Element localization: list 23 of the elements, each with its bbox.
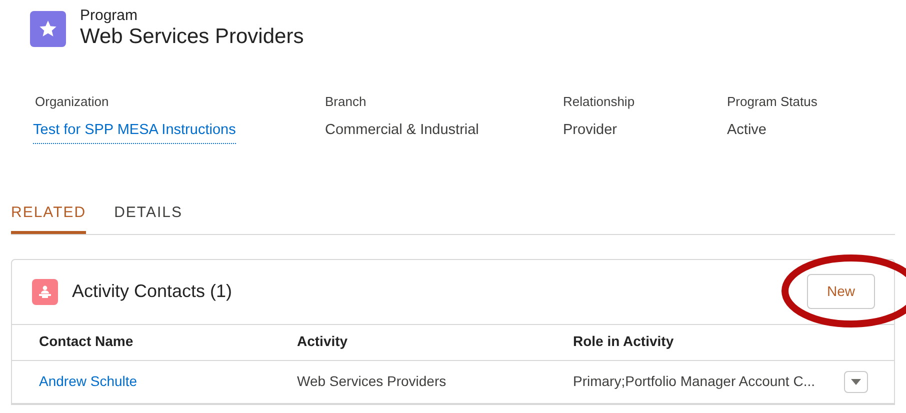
field-value: Provider	[563, 120, 618, 140]
column-header: Role in Activity	[573, 333, 674, 350]
card-title: Activity Contacts (1)	[72, 280, 232, 304]
table-cell-text: Primary;Portfolio Manager Account C...	[573, 372, 815, 392]
field-value: Commercial & Industrial	[325, 120, 480, 140]
record-type-label: Program	[80, 8, 139, 24]
field-value: Active	[727, 120, 768, 140]
tab[interactable]: DETAILS	[114, 202, 182, 234]
new-button[interactable]: New	[807, 274, 875, 310]
row-menu-button[interactable]	[844, 370, 868, 393]
caret-icon	[851, 378, 861, 385]
field-label: Program Status	[727, 93, 818, 111]
record-title: Web Services Providers	[80, 24, 304, 50]
field-label: Relationship	[563, 93, 636, 111]
field-label: Branch	[325, 93, 368, 111]
field-label: Organization	[35, 93, 110, 111]
contact-link[interactable]: Andrew Schulte	[39, 372, 138, 389]
field-link[interactable]: Test for SPP MESA Instructions	[33, 120, 236, 144]
contact-icon	[32, 278, 58, 305]
column-header: Contact Name	[39, 333, 134, 350]
column-header: Activity	[297, 333, 348, 350]
table-cell: Web Services Providers	[297, 372, 446, 389]
tab[interactable]: RELATED	[11, 202, 86, 234]
